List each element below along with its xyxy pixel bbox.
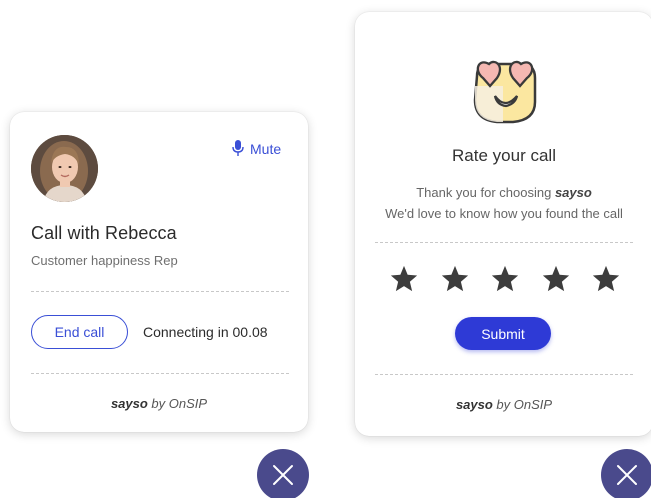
- close-icon: [617, 465, 637, 485]
- star-rating: [389, 264, 621, 294]
- microphone-icon: [232, 140, 244, 156]
- thanks-text: Thank you for choosing: [416, 185, 555, 200]
- brand-suffix: by OnSIP: [492, 397, 553, 412]
- call-widget: Mute Call with Rebecca Customer happines…: [10, 112, 308, 432]
- divider: [31, 373, 289, 374]
- brand-footer: sayso by OnSIP: [10, 396, 308, 411]
- star-icon[interactable]: [541, 264, 571, 294]
- star-icon[interactable]: [440, 264, 470, 294]
- rate-title: Rate your call: [452, 146, 556, 165]
- divider: [31, 291, 289, 292]
- brand-name: sayso: [110, 396, 148, 411]
- mute-label: Mute: [250, 140, 282, 157]
- star-icon[interactable]: [490, 264, 520, 294]
- mute-button[interactable]: Mute: [232, 140, 281, 157]
- caller-role: Customer happiness Rep: [31, 253, 178, 268]
- brand-suffix: by OnSIP: [147, 396, 208, 411]
- thanks-brand: sayso: [554, 185, 592, 200]
- star-icon[interactable]: [591, 264, 621, 294]
- avatar: [31, 135, 98, 202]
- close-icon: [273, 465, 293, 485]
- end-call-button[interactable]: End call: [31, 315, 128, 349]
- thanks-line-1: Thank you for choosing sayso: [355, 182, 651, 203]
- thanks-message: Thank you for choosing sayso We'd love t…: [355, 182, 651, 224]
- divider: [375, 374, 633, 375]
- submit-button[interactable]: Submit: [455, 317, 551, 350]
- brand-name: sayso: [455, 397, 493, 412]
- brand-footer: sayso by OnSIP: [355, 397, 651, 412]
- heart-eyes-emoji-icon: [473, 60, 537, 124]
- divider: [375, 242, 633, 243]
- rate-widget: Rate your call Thank you for choosing sa…: [355, 12, 651, 436]
- avatar-image: [31, 135, 98, 202]
- call-title: Call with Rebecca: [31, 223, 177, 243]
- star-icon[interactable]: [389, 264, 419, 294]
- close-button[interactable]: [601, 449, 651, 498]
- call-status: Connecting in 00.08: [143, 324, 268, 340]
- stage: Mute Call with Rebecca Customer happines…: [0, 0, 651, 498]
- close-button[interactable]: [257, 449, 309, 498]
- thanks-line-2: We'd love to know how you found the call: [385, 206, 623, 221]
